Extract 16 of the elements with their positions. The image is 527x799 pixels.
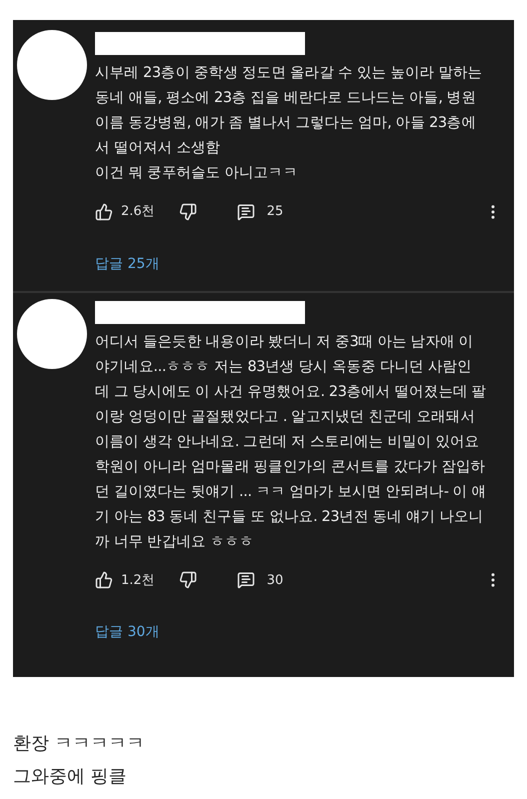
caption-line: 환장 ㅋㅋㅋㅋㅋ bbox=[13, 732, 146, 756]
caption-line: 그와중에 핑클 bbox=[13, 765, 128, 789]
comment-text: 어디서 들은듯한 내용이라 봤더니 저 중3때 아는 남자애 이 야기네요...ㅎㅎㅎ 저는 83년생 당시 옥동중 다니던 사람인 데 그 당시에도 이 사건 유명했어요. 23층에서 떨어졌는데 팔 이랑 엉덩이만 골절됐었다고 . 알고지냈던 친군데 오래돼서 이름이 생각 안나네요. 그런데 저 스토리에는 비밀이 있어요 학원이 아니라 엄마몰래 핑클인가의 콘서트를 갔다가 잠입하 던 길이였다는 뒷얘기 ... ㅋㅋ 엄마가 보시면 안되려나- 이 얘 기 아는 83 동네 친구들 또 없나요. 23년전 동네 얘기 나오니 까 너무 반갑네요 ㅎㅎㅎ bbox=[95, 332, 488, 552]
like-icon[interactable] bbox=[95, 571, 113, 590]
dislike-icon[interactable] bbox=[178, 202, 197, 221]
replies-link[interactable]: 답글 30개 bbox=[95, 622, 160, 643]
reply-count: 25 bbox=[266, 203, 284, 221]
like-icon[interactable] bbox=[95, 202, 113, 221]
like-count: 2.6천 bbox=[121, 203, 155, 221]
reply-count: 30 bbox=[266, 572, 284, 590]
reply-icon[interactable] bbox=[236, 571, 255, 590]
replies-link[interactable]: 답글 25개 bbox=[95, 254, 160, 274]
reply-icon[interactable] bbox=[236, 202, 255, 221]
like-count: 1.2천 bbox=[121, 572, 155, 590]
dislike-icon[interactable] bbox=[178, 571, 197, 590]
comment-text: 시부레 23층이 중학생 정도면 올라갈 수 있는 높이라 말하는 동네 애들, 평소에 23층 집을 베란다로 드나드는 아들, 병원 이름 동강병원, 애가 좀 별나서 그렇다는 엄마, 아들 23층에 서 떨어져서 소생함 이건 뭐 쿵푸허슬도 아니고ㅋㅋ bbox=[95, 64, 484, 183]
